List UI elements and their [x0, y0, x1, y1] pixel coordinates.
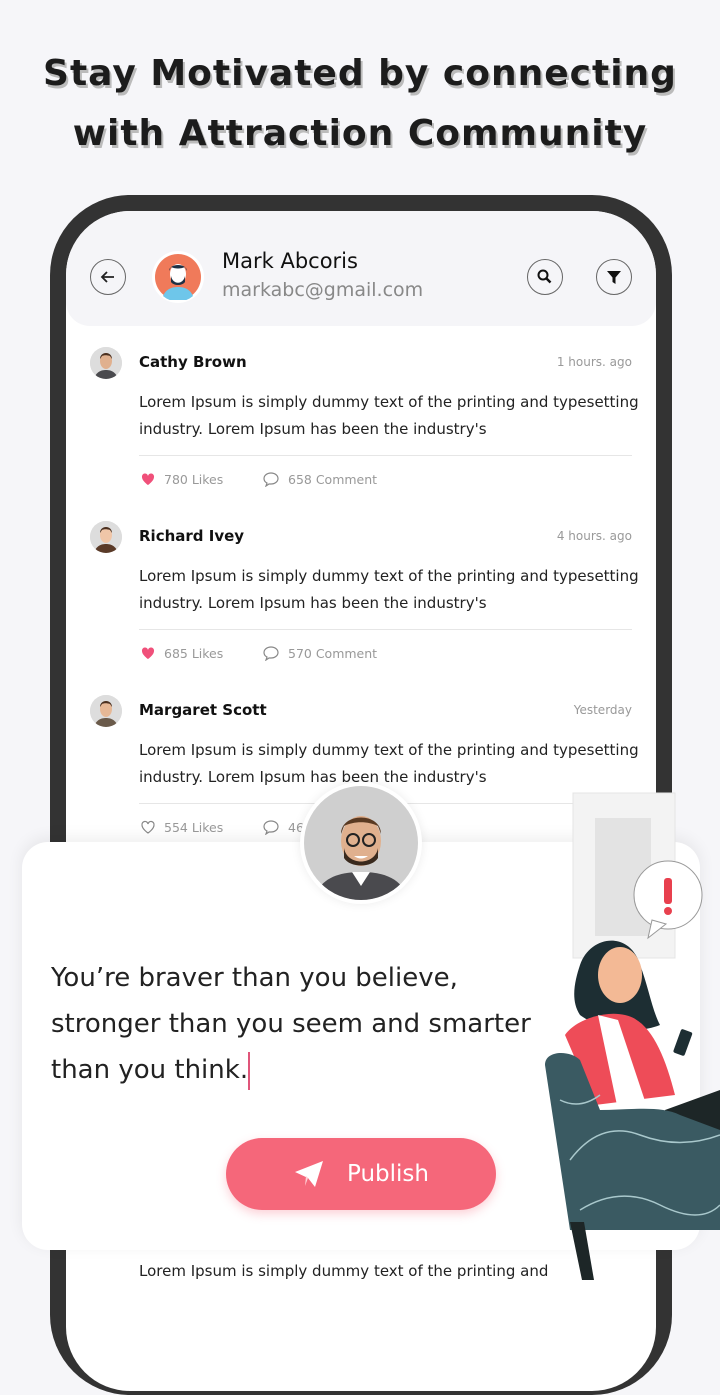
post-text: Lorem Ipsum is simply dummy text of the …	[139, 741, 639, 786]
heart-icon	[141, 647, 155, 659]
post-text: Lorem Ipsum is simply dummy text of the …	[139, 393, 639, 438]
post-time: 4 hours. ago	[556, 529, 632, 543]
comment-icon	[263, 472, 279, 487]
headline: Stay Motivated by connecting with Attrac…	[43, 53, 677, 154]
like-button[interactable]: 780 Likes	[139, 471, 262, 487]
comment-icon	[263, 820, 279, 835]
like-button[interactable]: 685 Likes	[139, 645, 262, 661]
post-item: Cathy Brown 1 hours. ago Lorem Ipsum is …	[66, 347, 656, 521]
send-icon	[295, 1161, 323, 1187]
heart-icon	[141, 473, 155, 485]
user-name: Mark Abcoris	[222, 249, 358, 273]
bottom-peek-text: Lorem Ipsum is simply dummy text of the …	[139, 1262, 549, 1280]
post-author: Richard Ivey	[139, 527, 245, 545]
search-icon	[537, 269, 552, 284]
text-caret	[248, 1051, 250, 1090]
filter-icon	[607, 271, 621, 284]
comment-button[interactable]: 46	[262, 819, 304, 835]
divider	[139, 629, 632, 630]
search-button[interactable]	[527, 259, 563, 295]
user-avatar	[152, 251, 204, 303]
back-button[interactable]	[90, 259, 126, 295]
filter-button[interactable]	[596, 259, 632, 295]
comment-button[interactable]: 570 Comment	[262, 645, 377, 661]
post-author: Cathy Brown	[139, 353, 247, 371]
profile-header: Mark Abcoris markabc@gmail.com	[66, 211, 656, 326]
publish-button[interactable]: Publish	[226, 1138, 496, 1210]
comment-button[interactable]: 658 Comment	[262, 471, 377, 487]
post-author: Margaret Scott	[139, 701, 267, 719]
post-text: Lorem Ipsum is simply dummy text of the …	[139, 567, 639, 612]
comment-icon	[263, 646, 279, 661]
post-avatar[interactable]	[90, 695, 122, 727]
post-time: 1 hours. ago	[556, 355, 632, 369]
woman-illustration	[545, 792, 720, 1280]
divider	[139, 455, 632, 456]
user-email: markabc@gmail.com	[222, 279, 424, 301]
post-avatar[interactable]	[90, 521, 122, 553]
heart-icon	[141, 820, 155, 834]
compose-text-input[interactable]: You’re braver than you believe, stronger…	[51, 955, 531, 1093]
post-avatar[interactable]	[90, 347, 122, 379]
like-button[interactable]: 554 Likes	[139, 819, 262, 835]
post-time: Yesterday	[573, 703, 632, 717]
post-item: Richard Ivey 4 hours. ago Lorem Ipsum is…	[66, 521, 656, 695]
arrow-left-icon	[100, 271, 114, 283]
composer-avatar	[300, 782, 422, 904]
